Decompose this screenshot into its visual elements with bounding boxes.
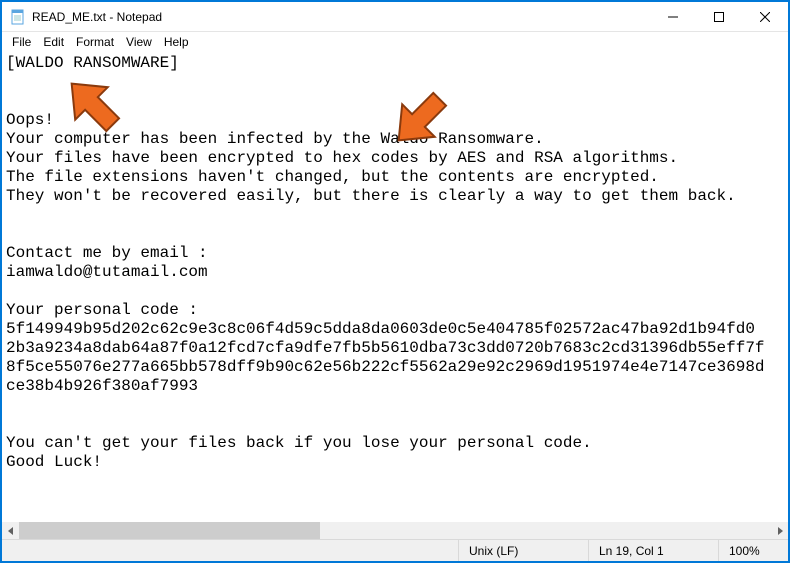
title-bar: READ_ME.txt - Notepad [2, 2, 788, 32]
text-line: Oops! [6, 111, 54, 129]
editor-area: [WALDO RANSOMWARE] Oops! Your computer h… [2, 52, 788, 539]
menu-bar: File Edit Format View Help [2, 32, 788, 52]
status-zoom: 100% [718, 540, 788, 561]
text-line: Your files have been encrypted to hex co… [6, 149, 678, 167]
minimize-button[interactable] [650, 2, 696, 31]
notepad-icon [10, 9, 26, 25]
scrollbar-track[interactable] [19, 522, 771, 539]
status-bar: Unix (LF) Ln 19, Col 1 100% [2, 539, 788, 561]
window-controls [650, 2, 788, 31]
text-line: You can't get your files back if you los… [6, 434, 592, 452]
window-title: READ_ME.txt - Notepad [32, 10, 650, 24]
horizontal-scrollbar[interactable] [2, 522, 788, 539]
scroll-right-icon[interactable] [771, 522, 788, 539]
status-caret-position: Ln 19, Col 1 [588, 540, 718, 561]
menu-help[interactable]: Help [158, 34, 195, 50]
status-spacer [2, 540, 458, 561]
status-eol: Unix (LF) [458, 540, 588, 561]
scroll-left-icon[interactable] [2, 522, 19, 539]
text-line: 8f5ce55076e277a665bb578dff9b90c62e56b222… [6, 358, 765, 376]
menu-file[interactable]: File [6, 34, 37, 50]
text-line: They won't be recovered easily, but ther… [6, 187, 736, 205]
text-line: 5f149949b95d202c62c9e3c8c06f4d59c5dda8da… [6, 320, 755, 338]
menu-edit[interactable]: Edit [37, 34, 70, 50]
text-line: iamwaldo@tutamail.com [6, 263, 208, 281]
text-line: Your personal code : [6, 301, 198, 319]
text-line: [WALDO RANSOMWARE] [6, 54, 179, 72]
menu-view[interactable]: View [120, 34, 158, 50]
scrollbar-thumb[interactable] [19, 522, 320, 539]
text-line: ce38b4b926f380af7993 [6, 377, 198, 395]
text-line: Your computer has been infected by the W… [6, 130, 544, 148]
maximize-button[interactable] [696, 2, 742, 31]
text-line: Good Luck! [6, 453, 102, 471]
menu-format[interactable]: Format [70, 34, 120, 50]
text-line: Contact me by email : [6, 244, 208, 262]
text-line: 2b3a9234a8dab64a87f0a12fcd7cfa9dfe7fb5b5… [6, 339, 765, 357]
text-content[interactable]: [WALDO RANSOMWARE] Oops! Your computer h… [2, 52, 788, 474]
close-button[interactable] [742, 2, 788, 31]
text-line: The file extensions haven't changed, but… [6, 168, 659, 186]
